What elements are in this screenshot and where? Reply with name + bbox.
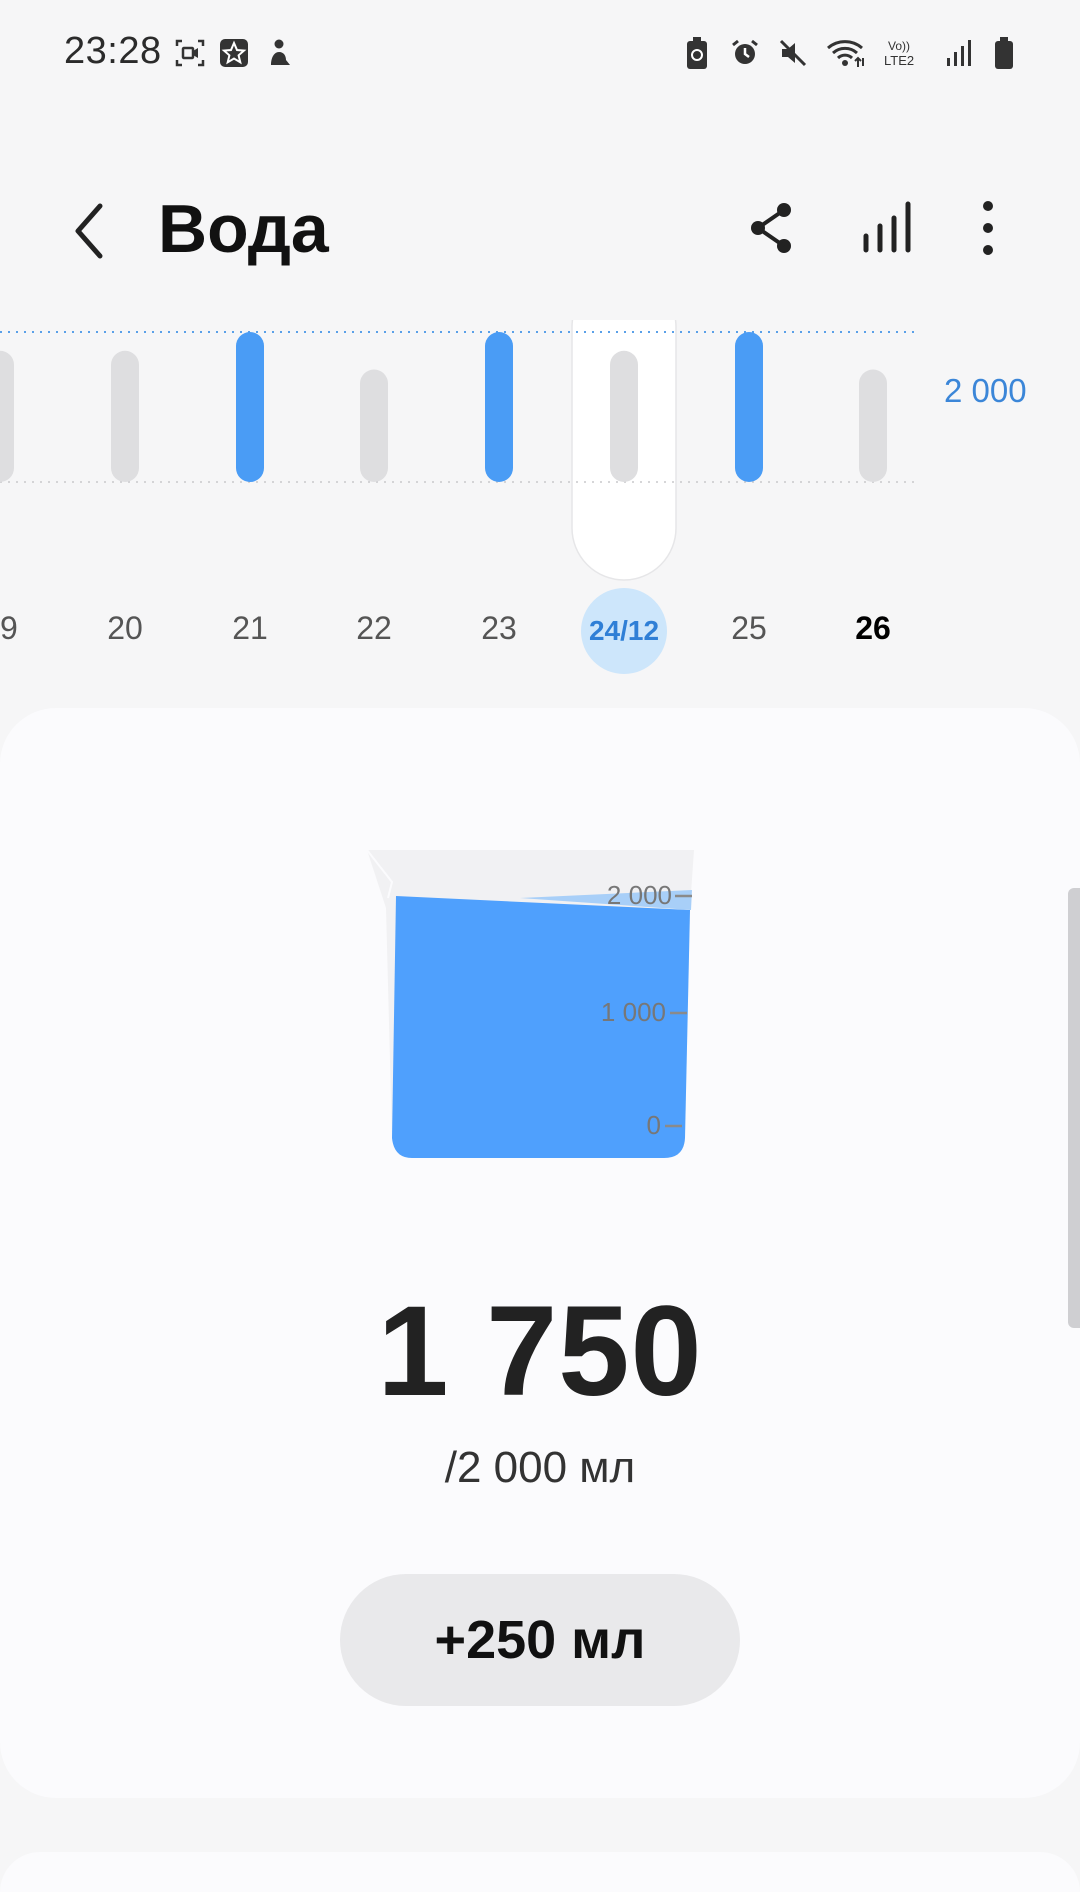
status-time: 23:28 [64,30,162,72]
chart-bar-25[interactable] [735,332,763,482]
more-options-button[interactable] [956,196,1020,260]
status-right-icons: Vo)) LTE2 [682,36,1016,70]
status-bar: 23:28 Vo)) LTE2 [0,0,1080,110]
add-250ml-button[interactable]: +250 мл [340,1574,740,1706]
alarm-icon [730,36,760,70]
battery-icon [992,36,1016,70]
water-intake-chart[interactable]: 2 000 19 20 21 22 23 24/12 25 26 [0,320,1080,720]
goal-line-label: 2 000 [944,372,1027,409]
beaker-tick-2000: 2 000 [606,880,672,910]
person-app-icon [263,36,293,70]
water-card: 2 000 1 000 0 1 750 /2 000 мл +250 мл [0,708,1080,1798]
beaker-tick-1000: 1 000 [600,997,666,1027]
day-label-21[interactable]: 21 [205,610,295,647]
chart-bar-20[interactable] [111,350,139,482]
chart-bar-21[interactable] [236,332,264,482]
day-label-20[interactable]: 20 [80,610,170,647]
signal-icon [944,36,974,70]
wifi-icon [826,36,866,70]
trends-button[interactable] [858,196,922,260]
chart-bar-19[interactable] [0,350,14,482]
scrollbar[interactable] [1068,888,1080,1328]
chart-bar-26[interactable] [859,369,887,483]
mute-icon [778,36,808,70]
chart-bar-24-12[interactable] [610,350,638,482]
chevron-left-icon [75,203,103,259]
share-icon [751,203,791,253]
day-label-19[interactable]: 19 [0,610,45,647]
day-label-25[interactable]: 25 [704,610,794,647]
battery-saver-icon [682,36,712,70]
day-label-22[interactable]: 22 [329,610,419,647]
water-amount-value: 1 750 [377,1280,703,1423]
volte-text: Vo)) [888,39,910,53]
more-options-icon [983,201,993,255]
star-app-icon [219,36,249,70]
app-bar: Вода [0,170,1080,290]
beaker-tick-0: 0 [646,1110,661,1140]
water-goal-text: /2 000 мл [444,1443,636,1492]
status-left-icons [175,36,293,70]
day-label-24-12[interactable]: 24/12 [581,588,667,674]
chart-bar-22[interactable] [360,369,388,483]
next-card-edge [0,1852,1080,1892]
share-button[interactable] [740,196,804,260]
water-beaker [366,849,694,1158]
chart-canvas [0,320,915,581]
chart-bar-23[interactable] [485,332,513,482]
day-label-26[interactable]: 26 [828,610,918,647]
page-title: Вода [158,191,329,267]
volte-lte2-icon: Vo)) LTE2 [884,36,926,70]
lte-text: LTE2 [884,53,914,68]
day-label-23[interactable]: 23 [454,610,544,647]
trends-icon [863,201,911,253]
screen-record-icon [175,36,205,70]
back-button[interactable] [62,196,122,266]
